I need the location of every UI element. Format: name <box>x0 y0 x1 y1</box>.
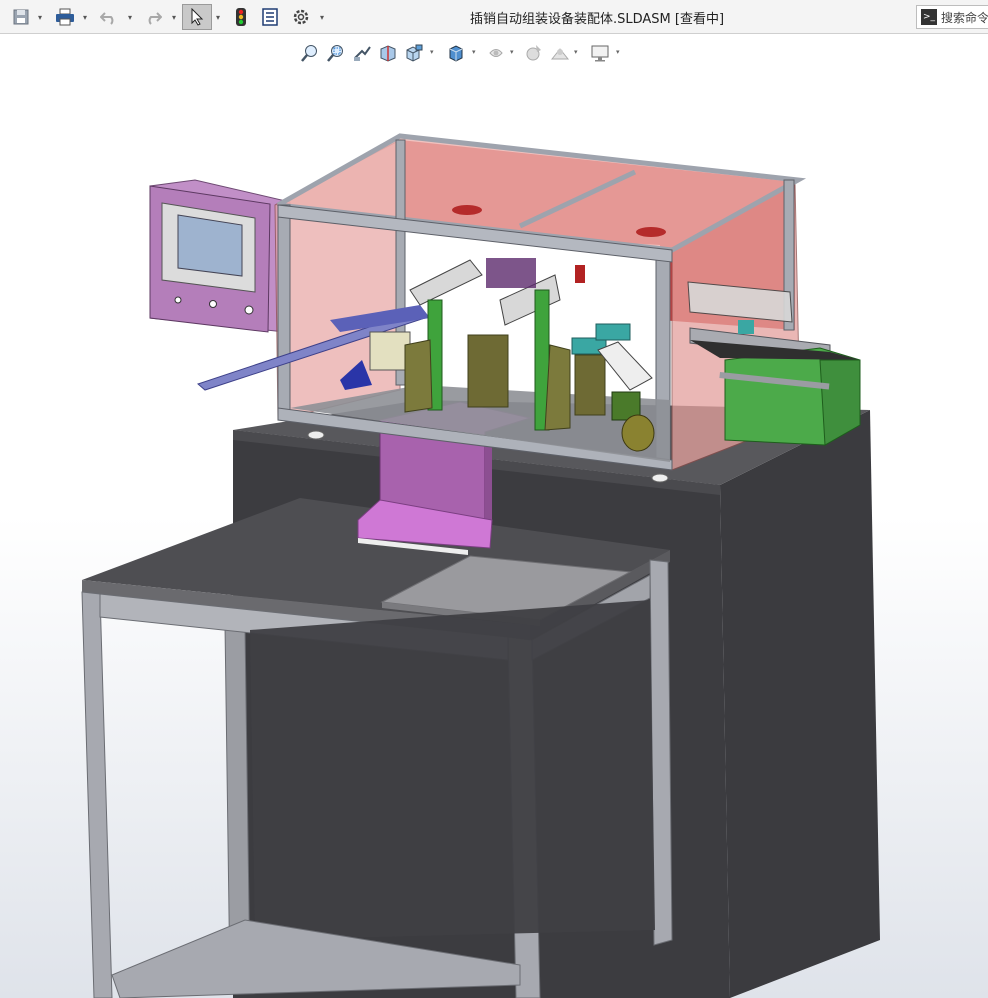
motor-cylinder <box>621 414 655 452</box>
window-title: 插销自动组装设备装配体.SLDASM [查看中] <box>470 12 725 27</box>
olive-plate-right <box>544 344 571 431</box>
frame-post-front-left <box>277 204 291 421</box>
save-icon <box>13 9 29 25</box>
olive-plate-center <box>467 334 509 408</box>
file-properties-icon <box>262 8 278 26</box>
table-back-panel <box>250 600 655 940</box>
foot-front-left <box>307 430 325 440</box>
red-clamp <box>575 265 585 283</box>
foot-front-right <box>651 473 669 483</box>
roof-hole-right <box>636 227 666 237</box>
machine-assembly-model[interactable] <box>0 34 988 998</box>
save-dropdown-chevron-icon[interactable]: ▾ <box>36 4 44 30</box>
rebuild-traffic-light-icon <box>236 8 246 26</box>
select-button[interactable] <box>182 4 212 30</box>
options-dropdown-chevron-icon[interactable]: ▾ <box>318 4 326 30</box>
search-commands-label: 搜索命令 <box>941 10 988 25</box>
dark-panel-back <box>486 258 536 288</box>
redo-icon <box>148 12 162 25</box>
print-dropdown-chevron-icon[interactable]: ▾ <box>81 4 89 30</box>
options-button[interactable] <box>288 4 314 30</box>
teal-block-3 <box>738 320 754 334</box>
redo-dropdown-chevron-icon[interactable]: ▾ <box>170 4 178 30</box>
save-button[interactable] <box>8 4 34 30</box>
roof-hole-left <box>452 205 482 215</box>
options-gear-icon <box>293 9 309 25</box>
hmi-button-1 <box>174 296 182 304</box>
search-commands-field[interactable]: >_ 搜索命令 <box>916 5 988 29</box>
table-leg-front-left <box>81 591 113 998</box>
redo-button[interactable] <box>140 4 166 30</box>
command-prompt-icon: >_ <box>921 9 937 25</box>
title-toolbar: ▾ ▾ ▾ ▾ ▾ ▾ 插销自动组装设备装配体.SLDASM [查看中] >_ … <box>0 0 988 34</box>
white-cylinder <box>597 341 653 391</box>
hmi-button-3 <box>244 305 254 315</box>
rebuild-button[interactable] <box>230 4 252 30</box>
olive-plate-left <box>404 339 433 413</box>
left-slide-cylinder <box>409 259 483 306</box>
cabinet-right-side <box>720 410 880 998</box>
olive-block <box>574 354 606 416</box>
hmi-button-2 <box>209 300 217 308</box>
select-dropdown-chevron-icon[interactable]: ▾ <box>214 4 222 30</box>
graphics-area[interactable]: ▾ ▾ ▾ ▾ ▾ <box>0 34 988 998</box>
print-icon <box>56 8 74 26</box>
file-properties-button[interactable] <box>258 4 282 30</box>
select-arrow-icon <box>191 8 204 26</box>
undo-button[interactable] <box>96 4 122 30</box>
teal-block-2 <box>595 323 631 341</box>
hmi-screen <box>177 214 243 277</box>
print-button[interactable] <box>52 4 78 30</box>
undo-dropdown-chevron-icon[interactable]: ▾ <box>126 4 134 30</box>
undo-icon <box>100 12 114 25</box>
left-cylinder-unit <box>369 331 411 371</box>
